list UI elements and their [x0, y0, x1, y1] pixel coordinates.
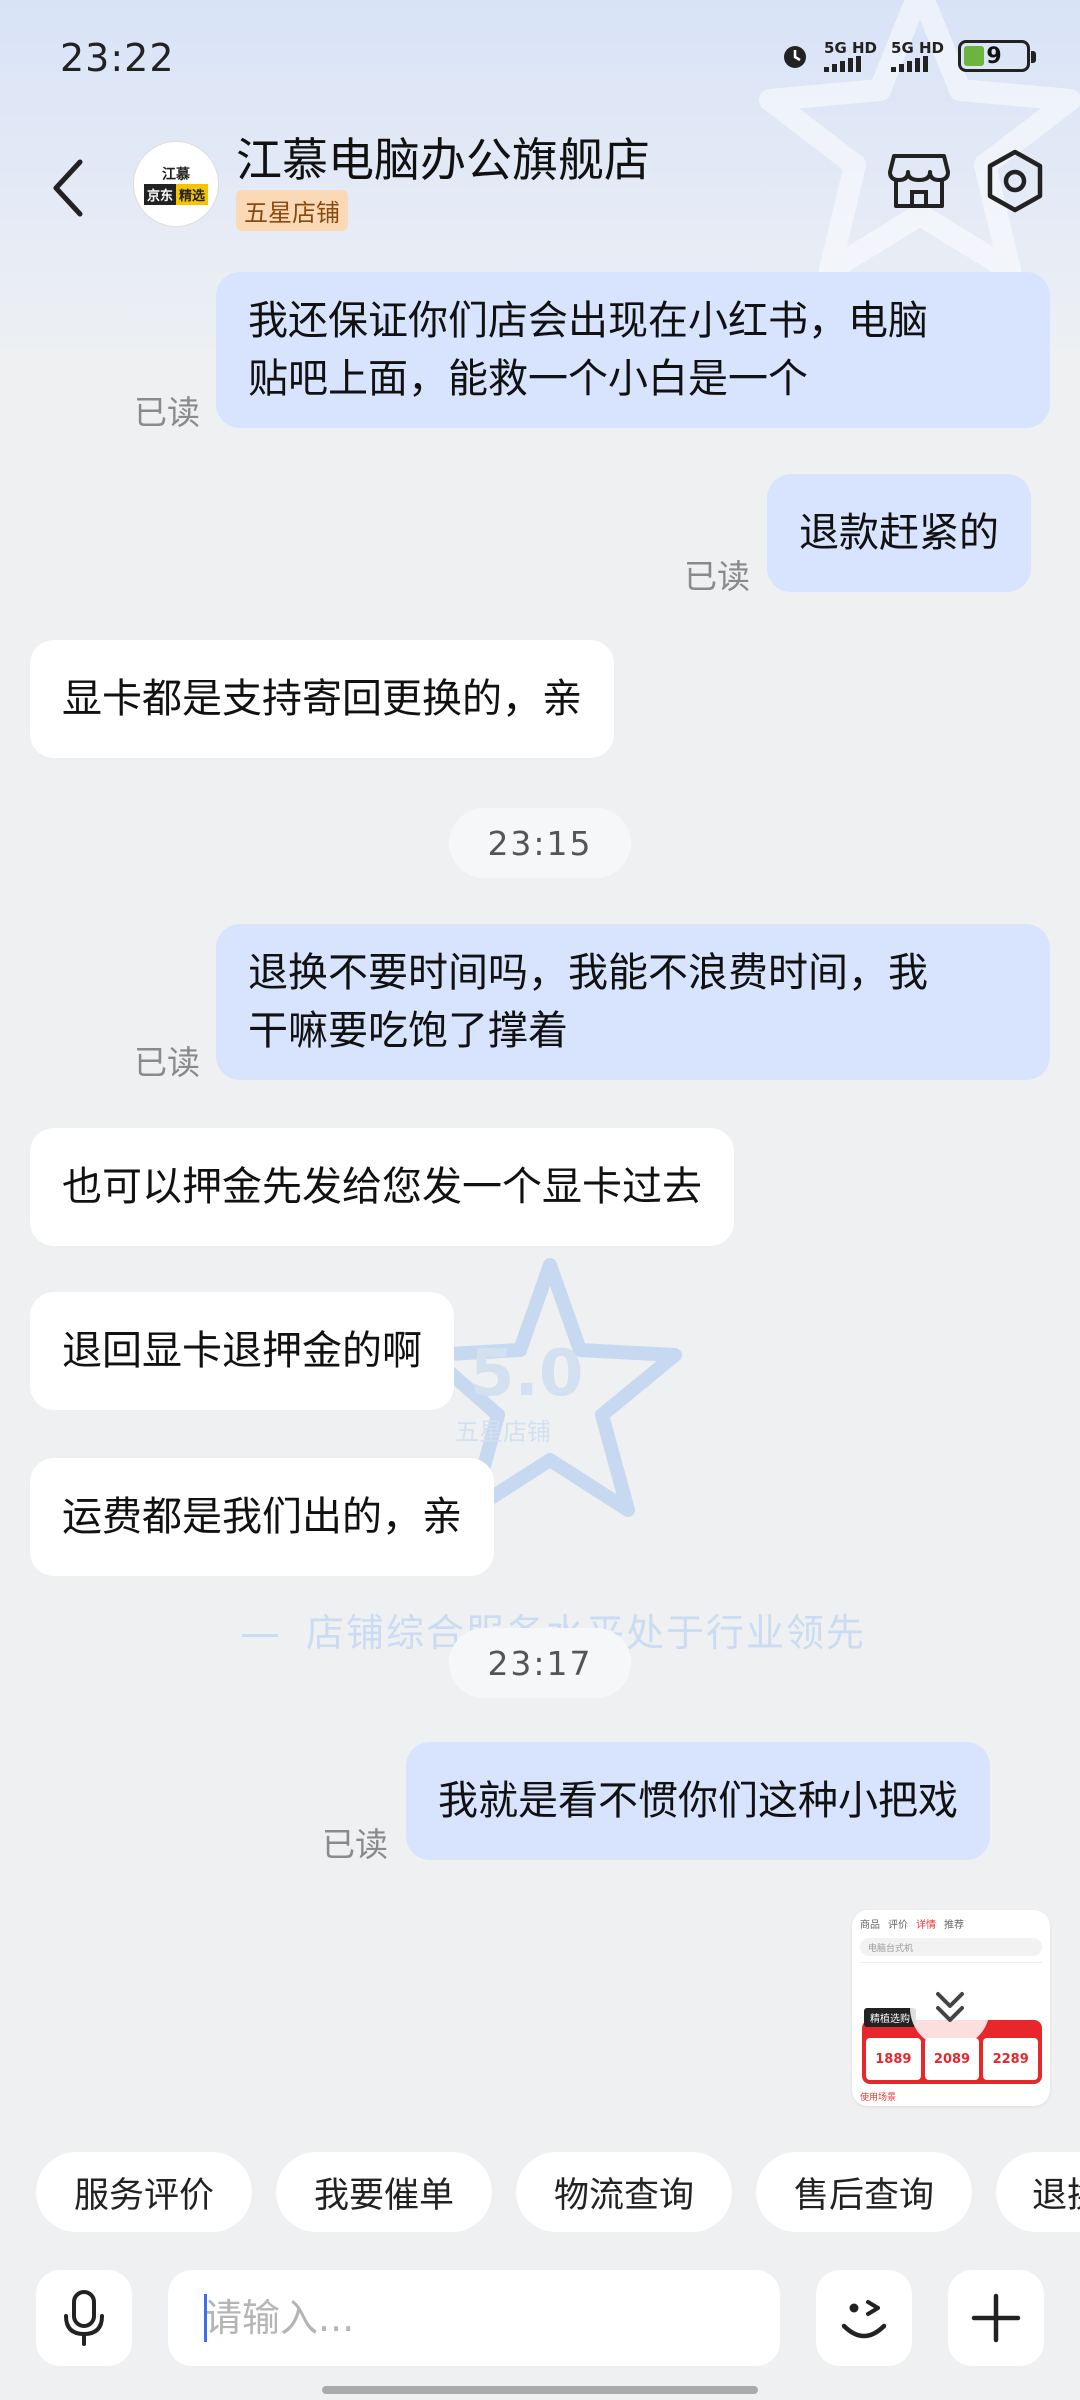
quick-reply-after-sales[interactable]: 售后查询 [756, 2152, 972, 2232]
message-bubble-outgoing[interactable]: 退换不要时间吗，我能不浪费时间，我 干嘛要吃饱了撑着 [216, 924, 1050, 1080]
read-receipt: 已读 [134, 1043, 200, 1082]
svg-text:五星店铺: 五星店铺 [455, 1418, 551, 1446]
product-card-footer: 使用场景 [860, 2093, 897, 2103]
battery-level: 9 [986, 43, 1002, 69]
quick-reply-logistics[interactable]: 物流查询 [516, 2152, 732, 2232]
status-time: 23:22 [60, 36, 175, 80]
shop-avatar[interactable]: 江慕 京东 精选 [134, 142, 218, 226]
chevron-left-icon [53, 159, 83, 217]
signal-sim1: 5G HD [824, 40, 877, 72]
quick-reply-return[interactable]: 退换 [996, 2152, 1080, 2232]
wink-emoji-icon [841, 2300, 887, 2339]
chat-header: 江慕 京东 精选 江慕电脑办公旗舰店 五星店铺 [0, 120, 1080, 250]
quick-reply-bar: 服务评价 我要催单 物流查询 售后查询 退换 [0, 2152, 1080, 2232]
alarm-icon [784, 46, 807, 68]
svg-text:5.0: 5.0 [470, 1337, 583, 1411]
double-chevron-down-icon [936, 1992, 964, 2022]
read-receipt: 已读 [684, 557, 750, 596]
timestamp: 23:17 [449, 1628, 631, 1698]
read-receipt: 已读 [322, 1825, 388, 1864]
input-bar [0, 2262, 1080, 2372]
product-card-tag: 精植选购 [864, 2008, 916, 2027]
store-button[interactable] [884, 146, 954, 216]
store-icon [888, 154, 950, 208]
quick-reply-urge-order[interactable]: 我要催单 [276, 2152, 492, 2232]
text-cursor [204, 2294, 207, 2342]
quick-reply-service-rating[interactable]: 服务评价 [36, 2152, 252, 2232]
message-bubble-outgoing[interactable]: 我还保证你们店会出现在小红书，电脑 贴吧上面，能救一个小白是一个 [216, 272, 1050, 428]
message-bubble-outgoing[interactable]: 我就是看不惯你们这种小把戏 [406, 1742, 990, 1860]
battery-icon: 9 [958, 40, 1036, 72]
timestamp: 23:15 [449, 808, 631, 878]
settings-button[interactable] [980, 146, 1050, 216]
voice-input-button[interactable] [36, 2270, 132, 2366]
message-bubble-incoming[interactable]: 也可以押金先发给您发一个显卡过去 [30, 1128, 734, 1246]
signal-sim2: 5G HD [891, 40, 944, 72]
status-bar: 23:22 5G HD 5G HD 9 [0, 0, 1080, 120]
product-card-search: 电脑台式机 [860, 1938, 1042, 1956]
hexagon-settings-icon [987, 149, 1043, 213]
read-receipt: 已读 [134, 393, 200, 432]
product-link-card[interactable]: 商品 评价 详情 推荐 电脑台式机 1889 2089 2289 精植选购 使用… [852, 1910, 1050, 2106]
emoji-button[interactable] [816, 2270, 912, 2366]
back-button[interactable] [38, 148, 98, 228]
more-options-button[interactable] [948, 2270, 1044, 2366]
shop-rating-badge[interactable]: 五星店铺 [236, 190, 348, 231]
message-bubble-incoming[interactable]: 退回显卡退押金的啊 [30, 1292, 454, 1410]
message-bubble-incoming[interactable]: 运费都是我们出的，亲 [30, 1458, 494, 1576]
shop-name[interactable]: 江慕电脑办公旗舰店 [236, 124, 650, 190]
microphone-icon [64, 2290, 104, 2346]
message-input[interactable] [168, 2270, 780, 2366]
product-card-tabs: 商品 评价 详情 推荐 [860, 1920, 964, 1931]
message-bubble-incoming[interactable]: 显卡都是支持寄回更换的，亲 [30, 640, 614, 758]
expand-button[interactable] [910, 1968, 990, 2048]
status-icons: 5G HD 5G HD 9 [780, 40, 1036, 72]
plus-icon [971, 2293, 1021, 2343]
message-bubble-outgoing[interactable]: 退款赶紧的 [767, 474, 1031, 592]
home-indicator[interactable] [322, 2386, 758, 2394]
